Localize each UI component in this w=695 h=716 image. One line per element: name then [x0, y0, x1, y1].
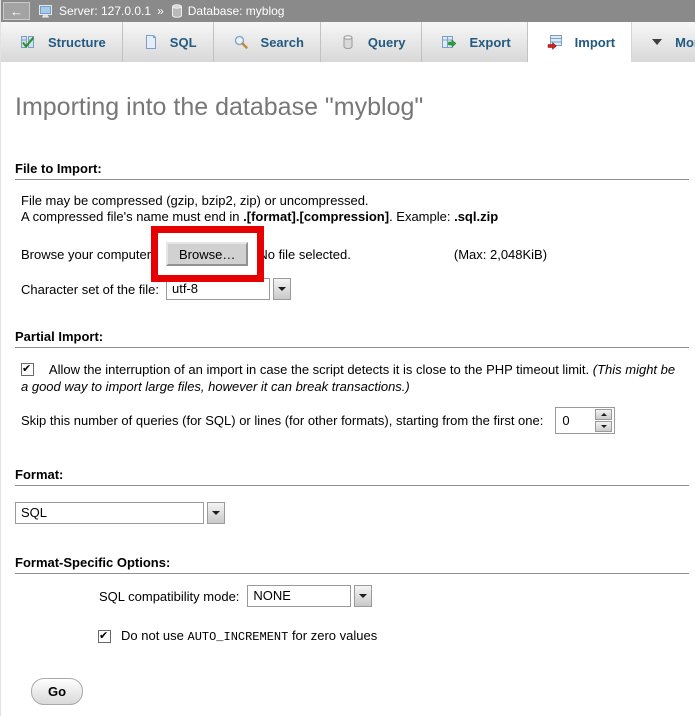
breadcrumb-separator: »: [157, 4, 164, 18]
breadcrumb: Server: 127.0.0.1 » Database: myblog: [36, 4, 286, 18]
allow-interruption-row: Allow the interruption of an import in c…: [21, 361, 683, 395]
server-icon: [39, 5, 54, 18]
import-icon: [547, 34, 563, 50]
note-example: .sql.zip: [454, 209, 498, 224]
charset-row: Character set of the file: utf-8: [21, 277, 689, 301]
max-size-text: (Max: 2,048KiB): [454, 247, 547, 262]
database-icon: [171, 4, 183, 18]
tab-query[interactable]: Query: [321, 22, 423, 62]
dropdown-arrow-icon[interactable]: [207, 502, 225, 524]
skip-queries-row: Skip this number of queries (for SQL) or…: [21, 407, 689, 434]
tab-search[interactable]: Search: [214, 22, 321, 62]
skip-queries-label: Skip this number of queries (for SQL) or…: [21, 413, 543, 428]
format-selected-value: SQL: [15, 502, 204, 524]
tab-sql[interactable]: SQL: [123, 22, 214, 62]
allow-interruption-text: Allow the interruption of an import in c…: [49, 362, 593, 377]
query-icon: [340, 34, 356, 50]
skip-queries-value: 0: [562, 413, 595, 428]
allow-interruption-checkbox[interactable]: [21, 363, 34, 376]
go-button[interactable]: Go: [31, 678, 83, 705]
note-line2-mid: . Example:: [389, 209, 454, 224]
back-button[interactable]: ←: [3, 2, 30, 20]
breadcrumb-bar: ← Server: 127.0.0.1 » Database: myblog: [1, 0, 695, 22]
chevron-down-icon: [651, 38, 663, 46]
note-line1: File may be compressed (gzip, bzip2, zip…: [21, 193, 369, 208]
zero-values-code: AUTO_INCREMENT: [188, 630, 289, 644]
skip-queries-spinner[interactable]: 0: [555, 407, 615, 434]
spinner-down-button[interactable]: [595, 421, 612, 432]
tab-import[interactable]: Import: [528, 22, 632, 62]
charset-select[interactable]: utf-8: [166, 278, 291, 300]
tab-export[interactable]: Export: [422, 22, 527, 62]
tab-label: Search: [261, 35, 304, 50]
dropdown-arrow-icon[interactable]: [354, 585, 372, 607]
structure-icon: [20, 34, 36, 50]
zero-values-row: Do not use AUTO_INCREMENT for zero value…: [98, 628, 689, 644]
sql-compatibility-label: SQL compatibility mode:: [99, 589, 239, 604]
note-line2-prefix: A compressed file's name must end in: [21, 209, 243, 224]
tab-label: Export: [469, 35, 510, 50]
search-icon: [233, 34, 249, 50]
tab-more[interactable]: More: [632, 22, 695, 62]
charset-label: Character set of the file:: [21, 282, 166, 297]
zero-values-prefix: Do not use: [121, 628, 188, 643]
browse-label: Browse your computer:: [21, 247, 166, 262]
back-arrow-icon: ←: [10, 5, 23, 18]
tab-label: Structure: [48, 35, 106, 50]
zero-values-text: Do not use AUTO_INCREMENT for zero value…: [121, 628, 377, 644]
sql-compatibility-value: NONE: [247, 585, 351, 607]
sql-icon: [142, 34, 158, 50]
tab-label: More: [675, 35, 695, 50]
charset-selected-value: utf-8: [166, 278, 270, 300]
format-row: SQL: [21, 501, 689, 525]
no-file-selected-text: No file selected.: [258, 247, 351, 262]
page-title: Importing into the database "myblog": [15, 93, 689, 122]
tab-label: Import: [575, 35, 615, 50]
breadcrumb-server-link[interactable]: Server: 127.0.0.1: [59, 4, 151, 18]
file-to-import-heading: File to Import:: [15, 161, 689, 180]
tab-bar: Structure SQL Search Query: [1, 22, 695, 62]
compression-note: File may be compressed (gzip, bzip2, zip…: [21, 193, 689, 225]
partial-import-heading: Partial Import:: [15, 329, 689, 348]
sql-compatibility-select[interactable]: NONE: [247, 585, 372, 607]
format-specific-options-heading: Format-Specific Options:: [15, 555, 689, 574]
tab-label: SQL: [170, 35, 197, 50]
browse-button[interactable]: Browse…: [166, 242, 248, 266]
sql-compatibility-row: SQL compatibility mode: NONE: [99, 584, 689, 608]
zero-values-suffix: for zero values: [288, 628, 377, 643]
zero-values-checkbox[interactable]: [98, 630, 111, 643]
note-format-pattern: .[format].[compression]: [243, 209, 389, 224]
format-select[interactable]: SQL: [15, 502, 225, 524]
browse-row: Browse your computer: Browse… No file se…: [21, 241, 689, 267]
dropdown-arrow-icon[interactable]: [273, 278, 291, 300]
spinner-up-button[interactable]: [595, 409, 612, 420]
breadcrumb-database-link[interactable]: Database: myblog: [188, 4, 285, 18]
format-heading: Format:: [15, 467, 689, 486]
tab-structure[interactable]: Structure: [1, 22, 123, 62]
tab-label: Query: [368, 35, 406, 50]
import-page: Importing into the database "myblog" Fil…: [1, 93, 695, 705]
export-icon: [441, 34, 457, 50]
